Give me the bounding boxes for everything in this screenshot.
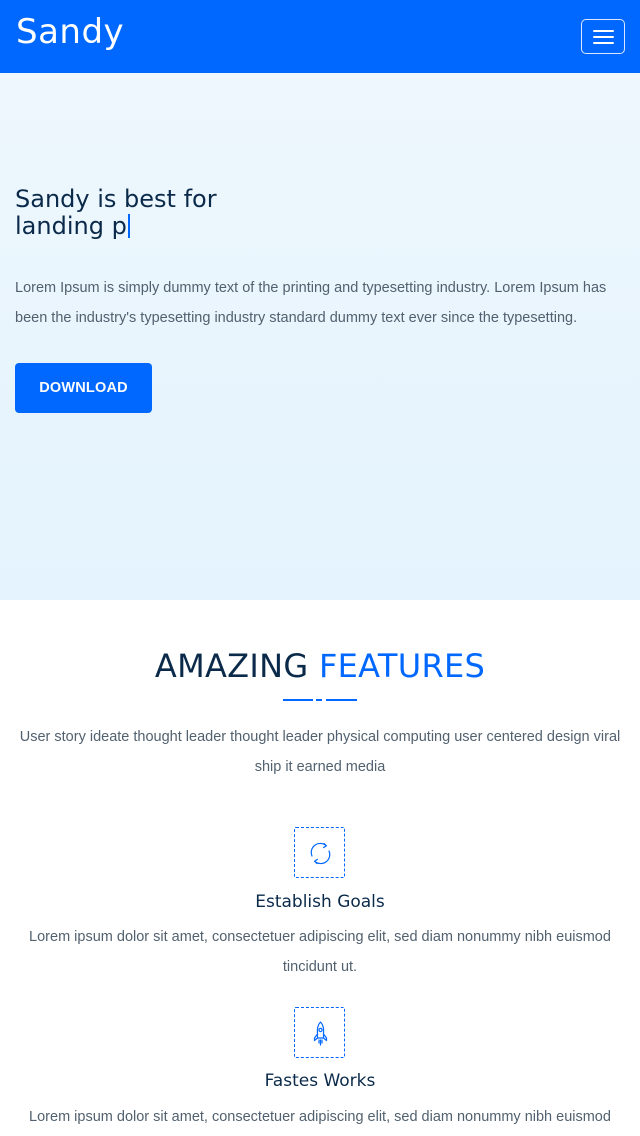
hamburger-menu-icon-bar (593, 36, 614, 38)
features-heading: AMAZING FEATURES (0, 646, 640, 686)
typing-cursor (127, 214, 130, 238)
features-section: AMAZING FEATURES User story ideate thoug… (0, 600, 640, 1136)
feature-title: Fastes Works (264, 1071, 376, 1091)
hero-title: Sandy is best for landing p (15, 186, 275, 240)
download-button[interactable]: DOWNLOAD (15, 363, 152, 413)
features-heading-accent: FEATURES (318, 647, 486, 685)
title-divider (326, 699, 357, 701)
brand-logo[interactable]: Sandy (16, 8, 124, 56)
features-description: User story ideate thought leader thought… (19, 729, 621, 775)
hamburger-menu-icon-bar (593, 42, 614, 44)
feature-title: Establish Goals (255, 892, 385, 912)
navbar: Sandy (0, 0, 640, 73)
menu-toggle-button[interactable] (581, 19, 625, 54)
feature-text: Lorem ipsum dolor sit amet, consectetuer… (29, 929, 611, 975)
hamburger-menu-icon (593, 30, 614, 32)
hero-title-line2: landing p (15, 212, 127, 240)
hero-description: Lorem Ipsum is simply dummy text of the … (15, 280, 607, 326)
feature-text: Lorem ipsum dolor sit amet, consectetuer… (29, 1109, 611, 1125)
hero-section: Sandy is best for landing p Lorem Ipsum i… (0, 73, 640, 600)
rocket-icon (294, 1007, 345, 1058)
title-divider-dot (316, 699, 322, 701)
hero-title-line1: Sandy is best for (15, 185, 217, 213)
features-heading-part1: AMAZING (154, 647, 309, 685)
title-divider (283, 699, 313, 701)
refresh-arrows-icon (294, 827, 345, 878)
